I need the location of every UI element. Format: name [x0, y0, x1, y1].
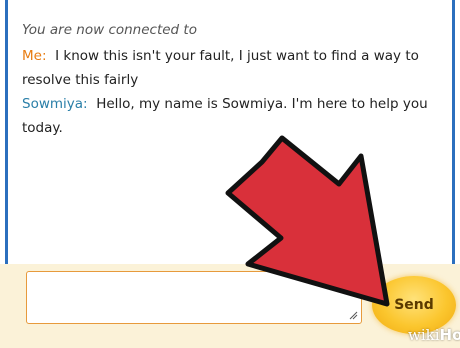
chat-border-right — [452, 0, 455, 272]
message-sender: Me: — [22, 48, 47, 64]
chat-message: Me: I know this isn't your fault, I just… — [22, 44, 442, 92]
message-sender: Sowmiya: — [22, 96, 88, 112]
connection-status: You are now connected to — [22, 22, 197, 38]
chat-message: Sowmiya: Hello, my name is Sowmiya. I'm … — [22, 92, 442, 140]
message-input[interactable] — [26, 271, 362, 324]
send-button-label: Send — [394, 297, 434, 313]
chat-border-left — [5, 0, 8, 272]
chat-window: You are now connected to Me: I know this… — [0, 0, 460, 348]
message-text: I know this isn't your fault, I just wan… — [22, 48, 419, 88]
wikihow-watermark: wikiHow — [408, 326, 460, 344]
resize-grip-icon[interactable] — [348, 310, 358, 320]
